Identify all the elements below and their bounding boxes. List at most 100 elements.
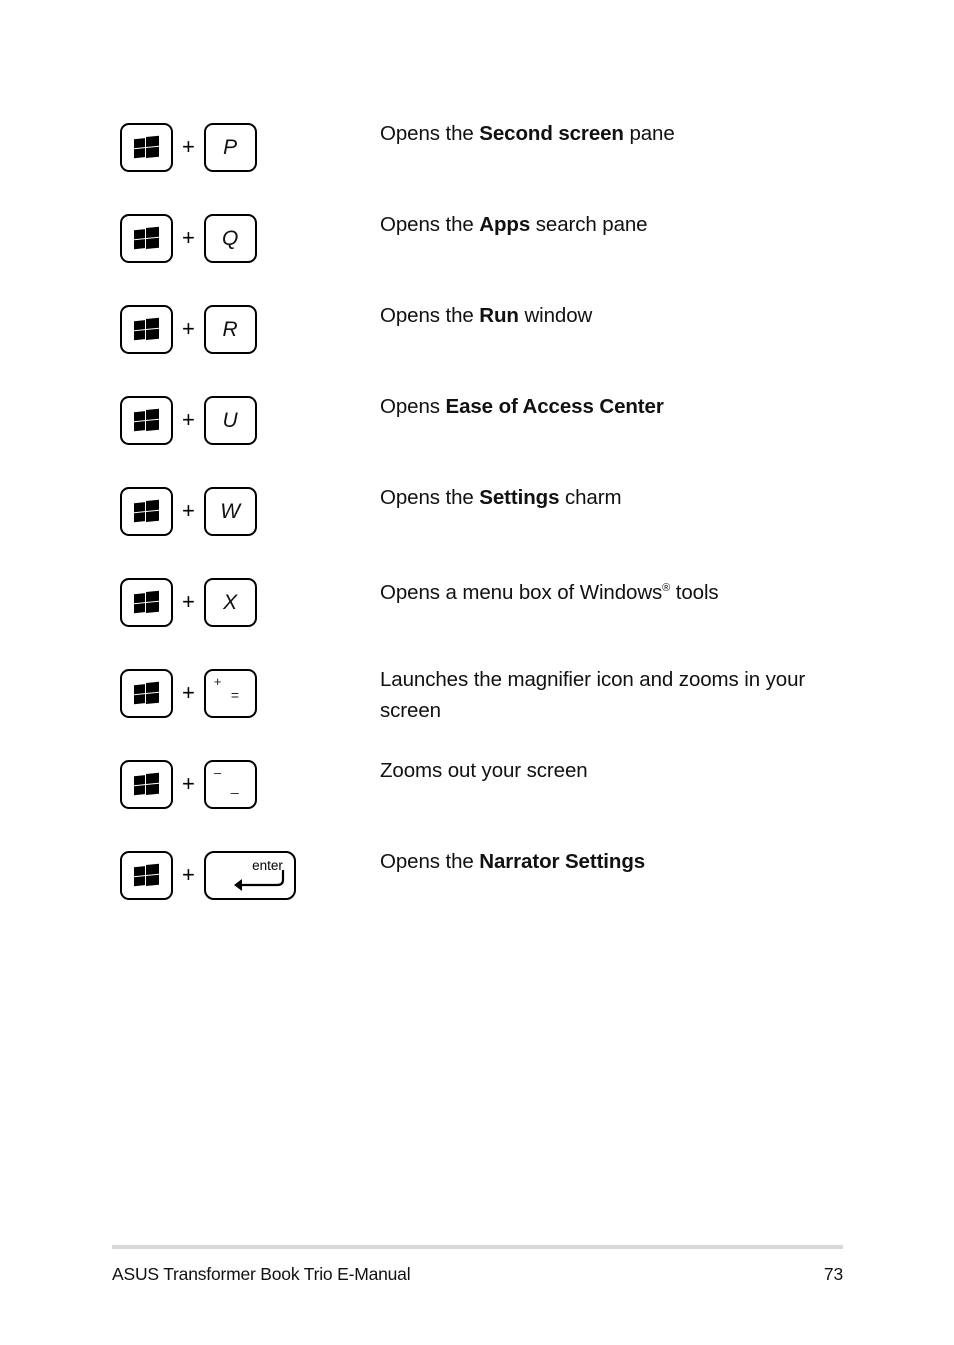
- description-text-before: Opens a menu box of Windows: [380, 580, 663, 604]
- shortcut-description: Opens the Second screen pane: [380, 108, 850, 149]
- description-text-bold: Second screen: [479, 122, 624, 145]
- plus-separator: +: [182, 680, 195, 705]
- key-combination: + W: [120, 472, 380, 550]
- key-combination: + enter: [120, 836, 380, 914]
- windows-logo-icon: [134, 863, 159, 886]
- description-text-before: Opens the: [380, 850, 480, 873]
- description-text-after: window: [518, 304, 593, 327]
- key-top-mark: +: [213, 673, 222, 689]
- description-text-bold: Ease of Access Center: [445, 395, 664, 418]
- shortcut-description: Opens a menu box of Windows® tools: [380, 563, 850, 608]
- description-text-bold: Apps: [479, 213, 531, 236]
- dual-legend-key-cap[interactable]: + =: [203, 668, 257, 718]
- description-text-before: Launches the magnifier icon and zooms in…: [380, 668, 806, 722]
- key-combination: + P: [120, 108, 380, 186]
- description-text-bold: Run: [479, 304, 519, 327]
- footer-manual-title: ASUS Transformer Book Trio E-Manual: [112, 1264, 411, 1284]
- description-text-before: Opens the: [380, 486, 480, 509]
- key-combination: + U: [120, 381, 380, 459]
- enter-legend: enter: [229, 858, 287, 895]
- windows-key-cap[interactable]: [120, 759, 173, 809]
- windows-logo-icon: [134, 499, 159, 522]
- enter-key-cap[interactable]: enter: [203, 850, 296, 900]
- key-letter-label: P: [223, 135, 238, 159]
- windows-logo-icon: [134, 408, 159, 431]
- key-letter-label: X: [223, 590, 238, 614]
- key-combination: + + =: [120, 654, 380, 732]
- key-combination: + R: [120, 290, 380, 368]
- plus-separator: +: [182, 771, 195, 796]
- shortcut-row: + – _ Zooms out your screen: [120, 745, 850, 836]
- keyboard-shortcut-list: + P Opens the Second screen pane + Q Opens th…: [120, 108, 850, 927]
- windows-key-cap[interactable]: [120, 304, 173, 354]
- windows-logo-icon: [134, 681, 159, 704]
- dual-legend: + =: [206, 671, 255, 716]
- shortcut-description: Launches the magnifier icon and zooms in…: [380, 654, 850, 726]
- shortcut-row: + Q Opens the Apps search pane: [120, 199, 850, 290]
- shortcut-description: Opens the Narrator Settings: [380, 836, 850, 877]
- description-text-before: Opens the: [380, 304, 480, 327]
- description-text-before: Opens the: [380, 213, 480, 236]
- plus-separator: +: [182, 407, 195, 432]
- shortcut-row: + X Opens a menu box of Windows® tools: [120, 563, 850, 654]
- key-combination: + X: [120, 563, 380, 641]
- description-text-after: pane: [623, 122, 675, 145]
- key-bottom-mark: _: [230, 777, 239, 794]
- windows-key-cap[interactable]: [120, 395, 173, 445]
- shortcut-row: + + = Launches the magnifier icon and zooms…: [120, 654, 850, 745]
- shortcut-description: Zooms out your screen: [380, 745, 850, 786]
- dual-legend: – _: [206, 762, 255, 807]
- key-letter-label: Q: [221, 226, 239, 250]
- shortcut-description: Opens the Run window: [380, 290, 850, 331]
- windows-logo-icon: [134, 135, 159, 158]
- return-arrow-icon: [233, 869, 284, 891]
- windows-key-cap[interactable]: [120, 577, 173, 627]
- shortcut-row: + R Opens the Run window: [120, 290, 850, 381]
- dual-legend-key-cap[interactable]: – _: [203, 759, 257, 809]
- windows-logo-icon: [134, 590, 159, 613]
- plus-separator: +: [182, 862, 195, 887]
- plus-separator: +: [182, 316, 195, 341]
- letter-key-cap[interactable]: W: [203, 486, 257, 536]
- description-text-before: Opens: [380, 395, 446, 418]
- windows-logo-icon: [134, 317, 159, 340]
- description-text-bold: Narrator Settings: [479, 850, 646, 873]
- windows-logo-icon: [134, 226, 159, 249]
- shortcut-description: Opens the Apps search pane: [380, 199, 850, 240]
- key-bottom-mark: =: [230, 686, 240, 703]
- letter-key-cap[interactable]: Q: [203, 213, 257, 263]
- windows-key-cap[interactable]: [120, 850, 173, 900]
- shortcut-row: + U Opens Ease of Access Center: [120, 381, 850, 472]
- plus-separator: +: [182, 498, 195, 523]
- description-text-after: search pane: [530, 213, 648, 236]
- windows-key-cap[interactable]: [120, 122, 173, 172]
- key-combination: + Q: [120, 199, 380, 277]
- windows-key-cap[interactable]: [120, 486, 173, 536]
- windows-key-cap[interactable]: [120, 668, 173, 718]
- letter-key-cap[interactable]: R: [203, 304, 257, 354]
- letter-key-cap[interactable]: X: [203, 577, 257, 627]
- shortcut-description: Opens Ease of Access Center: [380, 381, 850, 422]
- letter-key-cap[interactable]: P: [203, 122, 257, 172]
- plus-separator: +: [182, 225, 195, 250]
- plus-separator: +: [182, 134, 195, 159]
- description-text-before: Opens the: [380, 122, 480, 145]
- windows-key-cap[interactable]: [120, 213, 173, 263]
- key-combination: + – _: [120, 745, 380, 823]
- footer-page-number: 73: [823, 1264, 843, 1284]
- description-text-bold: Settings: [479, 486, 560, 509]
- registered-trademark-mark: ®: [662, 582, 671, 594]
- shortcut-row: + enter Opens the Narrator Settings: [120, 836, 850, 927]
- key-letter-label: W: [220, 499, 241, 523]
- letter-key-cap[interactable]: U: [203, 395, 257, 445]
- footer-divider: [112, 1245, 843, 1249]
- plus-separator: +: [182, 589, 195, 614]
- description-text-after: tools: [670, 580, 719, 604]
- shortcut-description: Opens the Settings charm: [380, 472, 850, 513]
- page-footer: ASUS Transformer Book Trio E-Manual 73: [112, 1245, 843, 1285]
- description-text-before: Zooms out your screen: [380, 759, 588, 782]
- windows-logo-icon: [134, 772, 159, 795]
- description-text-after: charm: [559, 486, 622, 509]
- key-top-mark: –: [213, 764, 222, 780]
- shortcut-row: + W Opens the Settings charm: [120, 472, 850, 563]
